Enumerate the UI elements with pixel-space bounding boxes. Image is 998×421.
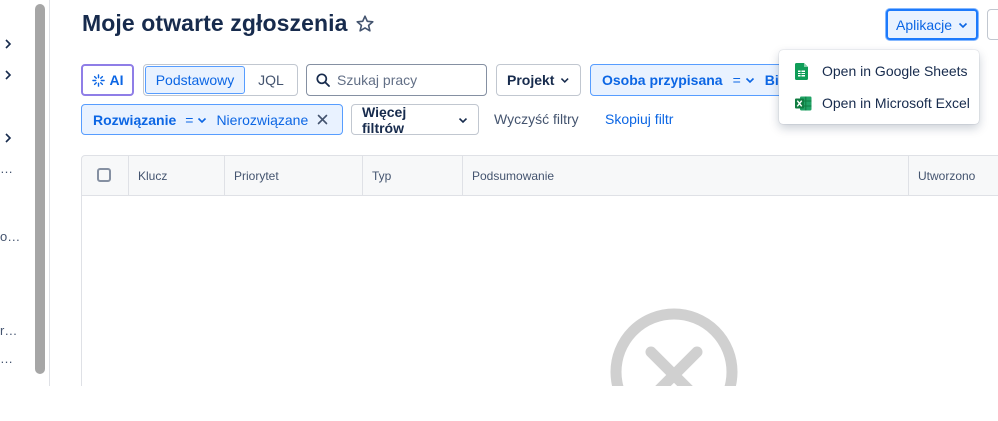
menu-item-microsoft-excel[interactable]: Open in Microsoft Excel bbox=[779, 88, 979, 118]
sidebar-edge: … o… r… … bbox=[0, 0, 30, 386]
sidebar-item-truncated[interactable]: … bbox=[0, 161, 13, 176]
assignee-operator: = bbox=[732, 72, 741, 88]
chevron-down-icon bbox=[198, 117, 207, 123]
sidebar-divider bbox=[49, 0, 50, 386]
chevron-down-icon bbox=[958, 22, 968, 28]
copy-filter-link[interactable]: Skopiuj filtr bbox=[605, 111, 673, 127]
search-mode-toggle: Podstawowy JQL bbox=[143, 64, 298, 96]
column-header-summary[interactable]: Podsumowanie bbox=[462, 156, 908, 195]
more-actions-button[interactable] bbox=[987, 9, 998, 40]
resolution-filter-value: Nierozwiązane bbox=[216, 111, 309, 128]
resolution-operator: = bbox=[185, 111, 194, 128]
menu-item-google-sheets[interactable]: Open in Google Sheets bbox=[779, 56, 979, 86]
star-icon[interactable] bbox=[355, 14, 375, 34]
sidebar-item-truncated[interactable]: … bbox=[0, 351, 13, 366]
project-filter-label: Projekt bbox=[507, 72, 555, 88]
assignee-operator-dropdown[interactable]: = bbox=[733, 72, 755, 88]
sidebar-item-truncated[interactable]: o… bbox=[0, 229, 20, 244]
mode-jql-button[interactable]: JQL bbox=[245, 66, 297, 94]
microsoft-excel-icon bbox=[795, 96, 812, 110]
empty-state-error-icon bbox=[610, 308, 738, 386]
resolution-operator-dropdown[interactable]: = bbox=[185, 112, 207, 128]
select-all-checkbox[interactable] bbox=[97, 168, 111, 182]
ai-label: AI bbox=[109, 72, 124, 88]
more-filters-label: Więcej filtrów bbox=[362, 103, 407, 136]
apps-button[interactable]: Aplikacje bbox=[886, 9, 978, 40]
sidebar-scrollbar[interactable] bbox=[35, 4, 45, 374]
search-input[interactable]: Szukaj pracy bbox=[306, 64, 487, 96]
issues-table-header: Klucz Priorytet Typ Podsumowanie Utworzo… bbox=[81, 155, 998, 196]
page-title: Moje otwarte zgłoszenia bbox=[82, 10, 348, 36]
issues-table-body bbox=[81, 195, 998, 386]
project-filter-button[interactable]: Projekt bbox=[496, 64, 581, 96]
clear-filters-button[interactable]: Wyczyść filtry bbox=[494, 111, 579, 127]
menu-item-label: Open in Google Sheets bbox=[822, 63, 968, 79]
close-icon[interactable] bbox=[317, 114, 328, 125]
more-filters-button[interactable]: Więcej filtrów bbox=[351, 103, 479, 136]
search-icon bbox=[316, 73, 330, 87]
column-header-type[interactable]: Typ bbox=[362, 156, 462, 195]
apps-dropdown-menu: Open in Google Sheets Open in Microsoft … bbox=[779, 50, 979, 124]
column-header-created[interactable]: Utworzono bbox=[908, 156, 998, 195]
resolution-filter-label: Rozwiązanie bbox=[93, 111, 177, 128]
search-placeholder: Szukaj pracy bbox=[337, 72, 418, 88]
menu-item-label: Open in Microsoft Excel bbox=[822, 95, 970, 111]
mode-basic-button[interactable]: Podstawowy bbox=[145, 66, 245, 94]
chevron-down-icon bbox=[458, 117, 468, 123]
sparkle-icon bbox=[91, 73, 105, 87]
chevron-right-icon[interactable] bbox=[3, 70, 13, 80]
apps-button-label: Aplikacje bbox=[895, 16, 953, 33]
google-sheets-icon bbox=[795, 62, 808, 80]
column-header-priority[interactable]: Priorytet bbox=[224, 156, 362, 195]
chevron-right-icon[interactable] bbox=[3, 133, 13, 143]
sidebar-item-truncated[interactable]: r… bbox=[0, 323, 17, 338]
assignee-filter-value: Bi bbox=[764, 72, 779, 88]
resolution-filter[interactable]: Rozwiązanie = Nierozwiązane bbox=[81, 104, 343, 135]
chevron-right-icon[interactable] bbox=[3, 39, 13, 49]
column-header-key[interactable]: Klucz bbox=[128, 156, 224, 195]
chevron-down-icon bbox=[561, 78, 570, 83]
ai-button[interactable]: AI bbox=[81, 64, 134, 96]
assignee-filter-label: Osoba przypisana bbox=[602, 72, 723, 88]
assignee-filter[interactable]: Osoba przypisana = Bi bbox=[590, 64, 790, 96]
chevron-down-icon bbox=[745, 77, 754, 84]
